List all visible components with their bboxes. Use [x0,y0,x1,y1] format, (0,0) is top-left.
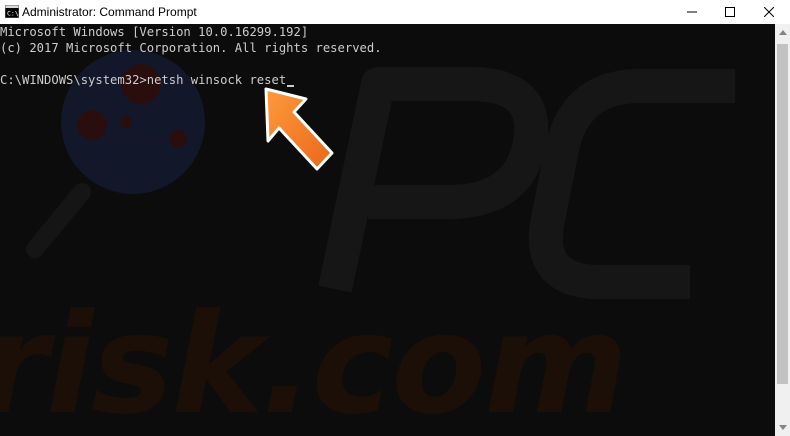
pc-letters-watermark [318,67,735,299]
svg-text:C:\: C:\ [7,10,19,18]
minimize-icon [687,11,697,13]
window-title: Administrator: Command Prompt [22,5,197,19]
watermark-text: risk.com [0,284,626,436]
prompt-path: C:\WINDOWS\system32> [0,73,147,87]
command-prompt-window: C:\ Administrator: Command Prompt risk.c… [0,0,790,436]
minimize-button[interactable] [673,0,711,24]
scroll-up-icon [778,30,787,35]
close-button[interactable] [750,0,788,24]
vertical-scrollbar[interactable] [775,24,790,436]
maximize-button[interactable] [711,0,749,24]
output-line-copyright: (c) 2017 Microsoft Corporation. All righ… [0,41,382,55]
console-output: Microsoft Windows [Version 10.0.16299.19… [0,24,382,88]
scroll-thumb[interactable] [777,44,788,384]
maximize-icon [725,7,735,17]
output-line-version: Microsoft Windows [Version 10.0.16299.19… [0,25,309,39]
console-area[interactable]: risk.com Microsoft Windows [Version 10.0… [0,24,775,436]
scroll-down-button[interactable] [775,419,790,436]
scroll-down-icon [778,425,787,430]
pointer-arrow-icon [264,87,334,171]
scroll-up-button[interactable] [775,24,790,41]
title-bar[interactable]: C:\ Administrator: Command Prompt [0,0,790,24]
output-line-blank [0,56,382,72]
close-icon [764,7,774,17]
cmd-icon: C:\ [5,5,19,18]
